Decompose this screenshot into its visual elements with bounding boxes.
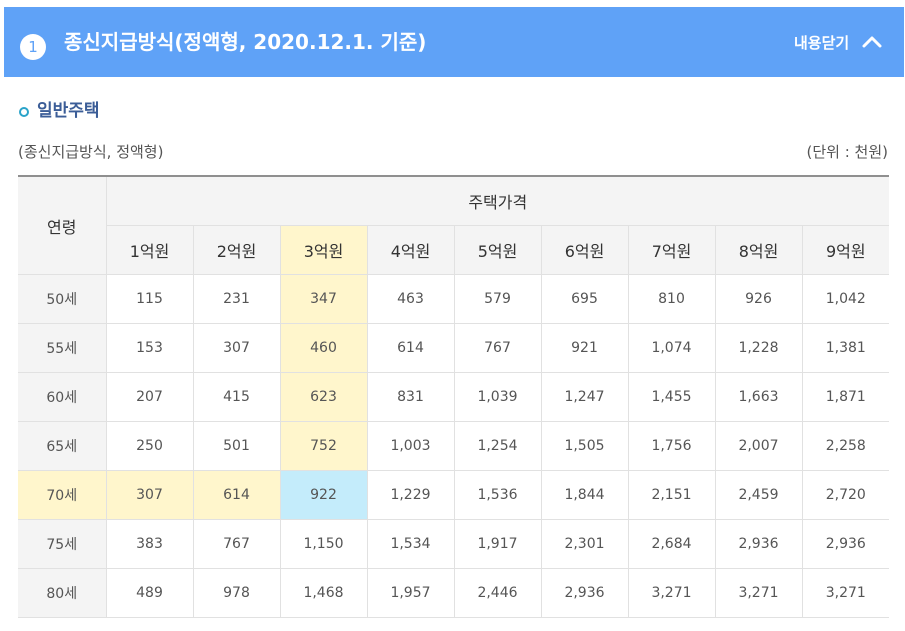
value-cell: 810	[627, 274, 716, 324]
value-cell: 767	[192, 519, 281, 569]
section-title: 일반주택	[37, 101, 100, 121]
value-cell: 1,536	[453, 470, 542, 520]
value-cell: 767	[453, 323, 542, 373]
age-column-header: 연령	[18, 175, 107, 275]
value-cell: 1,871	[801, 372, 890, 422]
pension-table: 연령 주택가격 1억원 2억원 3억원 4억원 5억원 6억원 7억원 8억원 9억원 50세 1…	[18, 175, 890, 618]
collapse-button[interactable]: 내용닫기	[794, 29, 883, 55]
column-header: 8억원	[714, 225, 803, 275]
value-cell: 383	[105, 519, 194, 569]
value-cell: 460	[279, 323, 368, 373]
value-cell: 1,455	[627, 372, 716, 422]
panel-header: 1 종신지급방식(정액형, 2020.12.1. 기준) 내용닫기	[4, 7, 904, 77]
value-cell: 2,151	[627, 470, 716, 520]
value-cell: 463	[366, 274, 455, 324]
column-header: 6억원	[540, 225, 629, 275]
value-cell: 2,684	[627, 519, 716, 569]
value-cell: 2,720	[801, 470, 890, 520]
value-cell: 231	[192, 274, 281, 324]
column-header: 7억원	[627, 225, 716, 275]
value-cell: 1,042	[801, 274, 890, 324]
value-cell: 579	[453, 274, 542, 324]
value-cell: 1,228	[714, 323, 803, 373]
section-number-badge: 1	[20, 34, 46, 60]
value-cell: 1,468	[279, 568, 368, 618]
age-cell: 65세	[18, 421, 107, 471]
value-cell: 1,756	[627, 421, 716, 471]
value-cell: 978	[192, 568, 281, 618]
value-cell: 3,271	[714, 568, 803, 618]
value-cell: 153	[105, 323, 194, 373]
panel-title: 종신지급방식(정액형, 2020.12.1. 기준)	[64, 30, 427, 54]
value-cell: 1,229	[366, 470, 455, 520]
value-cell: 2,007	[714, 421, 803, 471]
value-cell: 1,039	[453, 372, 542, 422]
value-cell: 1,254	[453, 421, 542, 471]
age-cell: 55세	[18, 323, 107, 373]
bullet-icon	[19, 107, 29, 117]
value-cell: 207	[105, 372, 194, 422]
value-cell: 695	[540, 274, 629, 324]
age-cell: 50세	[18, 274, 107, 324]
value-cell: 623	[279, 372, 368, 422]
value-cell: 1,663	[714, 372, 803, 422]
table-row: 75세 383 767 1,150 1,534 1,917 2,301 2,684 2,936 2…	[18, 519, 890, 569]
age-cell: 60세	[18, 372, 107, 422]
value-cell: 2,301	[540, 519, 629, 569]
value-cell: 921	[540, 323, 629, 373]
value-cell: 1,917	[453, 519, 542, 569]
chevron-up-icon	[862, 36, 882, 48]
value-cell: 1,534	[366, 519, 455, 569]
value-cell: 922	[279, 470, 368, 520]
column-header: 4억원	[366, 225, 455, 275]
value-cell: 1,003	[366, 421, 455, 471]
value-cell: 614	[192, 470, 281, 520]
age-cell: 75세	[18, 519, 107, 569]
value-cell: 614	[366, 323, 455, 373]
table-row: 55세 153 307 460 614 767 921 1,074 1,228 1,381	[18, 323, 890, 373]
column-header: 5억원	[453, 225, 542, 275]
value-cell: 1,505	[540, 421, 629, 471]
table-caption: (종신지급방식, 정액형)	[18, 143, 164, 161]
value-cell: 2,446	[453, 568, 542, 618]
column-header: 2억원	[192, 225, 281, 275]
table-row: 70세 307 614 922 1,229 1,536 1,844 2,151 2,459 2,7…	[18, 470, 890, 520]
table-row: 80세 489 978 1,468 1,957 2,446 2,936 3,271 3,271 3…	[18, 568, 890, 618]
value-cell: 2,936	[801, 519, 890, 569]
value-cell: 1,957	[366, 568, 455, 618]
value-cell: 115	[105, 274, 194, 324]
value-cell: 1,381	[801, 323, 890, 373]
value-cell: 307	[192, 323, 281, 373]
table-row: 50세 115 231 347 463 579 695 810 926 1,042	[18, 274, 890, 324]
price-group-header: 주택가격	[105, 175, 890, 226]
value-cell: 1,247	[540, 372, 629, 422]
value-cell: 2,258	[801, 421, 890, 471]
value-cell: 501	[192, 421, 281, 471]
value-cell: 347	[279, 274, 368, 324]
value-cell: 2,936	[540, 568, 629, 618]
collapse-label: 내용닫기	[794, 33, 850, 52]
age-cell: 70세	[18, 470, 107, 520]
value-cell: 2,936	[714, 519, 803, 569]
value-cell: 307	[105, 470, 194, 520]
column-header: 3억원	[279, 225, 368, 275]
value-cell: 1,074	[627, 323, 716, 373]
value-cell: 926	[714, 274, 803, 324]
age-cell: 80세	[18, 568, 107, 618]
table-row: 60세 207 415 623 831 1,039 1,247 1,455 1,663 1,871	[18, 372, 890, 422]
value-cell: 3,271	[627, 568, 716, 618]
value-cell: 752	[279, 421, 368, 471]
value-cell: 250	[105, 421, 194, 471]
value-cell: 489	[105, 568, 194, 618]
value-cell: 3,271	[801, 568, 890, 618]
value-cell: 1,150	[279, 519, 368, 569]
value-cell: 2,459	[714, 470, 803, 520]
column-header: 9억원	[801, 225, 890, 275]
unit-label: (단위 : 천원)	[806, 143, 889, 161]
value-cell: 415	[192, 372, 281, 422]
value-cell: 831	[366, 372, 455, 422]
column-header: 1억원	[106, 225, 194, 275]
table-row: 65세 250 501 752 1,003 1,254 1,505 1,756 2,007 2,2…	[18, 421, 890, 471]
value-cell: 1,844	[540, 470, 629, 520]
